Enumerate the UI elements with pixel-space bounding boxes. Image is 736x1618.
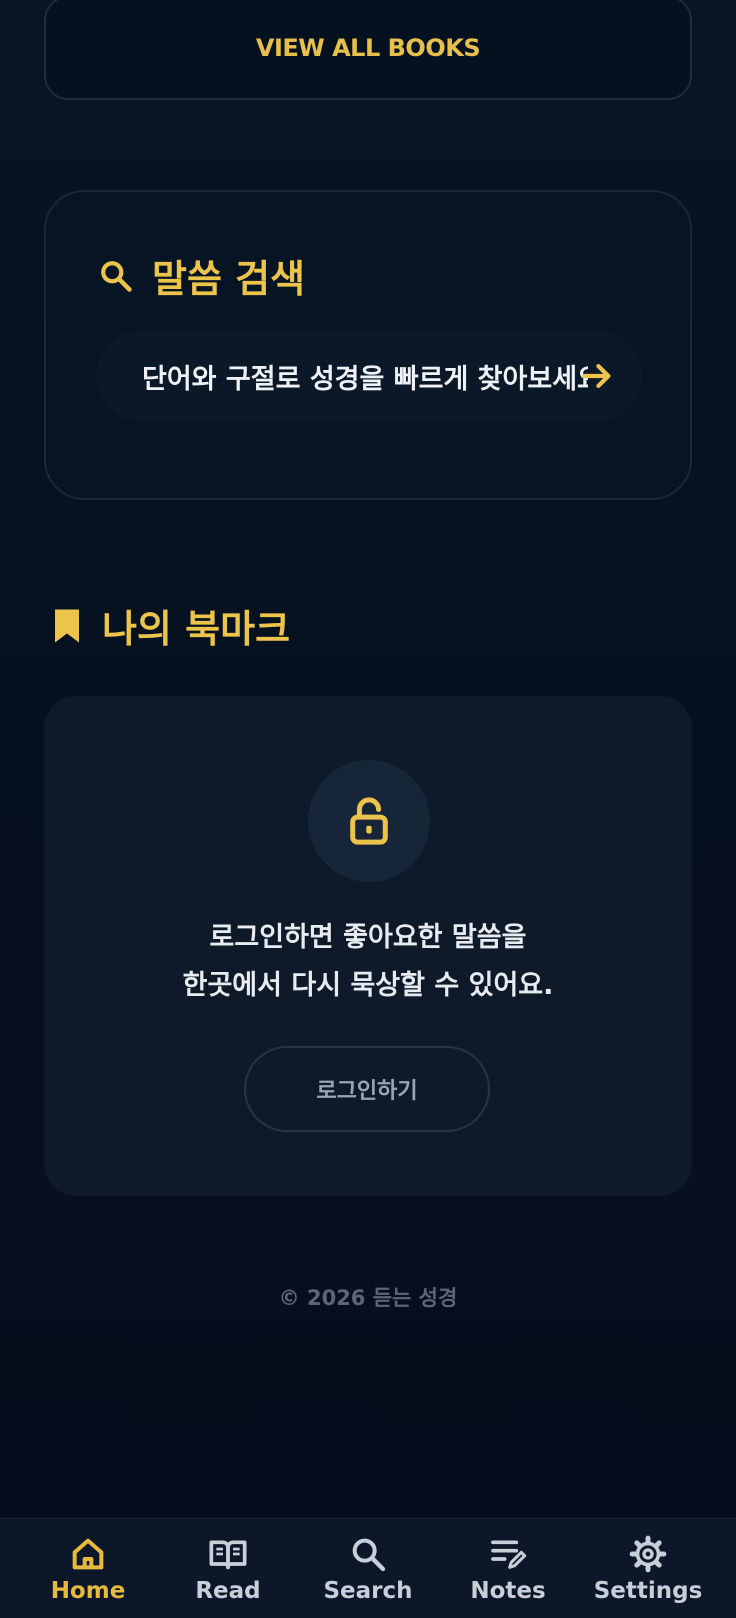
lock-icon: [350, 797, 388, 845]
home-page: VIEW ALL BOOKS 말씀 검색 단어와 구절로 성경을 빠르게 찾아보…: [0, 0, 736, 1618]
gear-icon: [629, 1535, 667, 1572]
bookmarks-login-message: 로그인하면 좋아요한 말씀을 한곳에서 다시 묵상할 수 있어요.: [44, 914, 692, 1010]
nav-item-read[interactable]: Read: [163, 1534, 293, 1604]
bookmarks-card: 로그인하면 좋아요한 말씀을 한곳에서 다시 묵상할 수 있어요. 로그인하기: [44, 696, 692, 1196]
search-pill-label: 단어와 구절로 성경을 빠르게 찾아보세요: [142, 363, 588, 395]
notes-icon: [491, 1540, 527, 1569]
arrow-right-icon: [582, 363, 611, 389]
home-icon: [72, 1538, 104, 1569]
view-all-books-label: VIEW ALL BOOKS: [255, 34, 481, 62]
view-all-books-button[interactable]: VIEW ALL BOOKS: [44, 0, 692, 100]
bookmark-icon: [55, 609, 79, 642]
search-card-title-text: 말씀 검색: [152, 257, 306, 301]
nav-item-home-label: Home: [50, 1577, 126, 1604]
nav-item-search[interactable]: Search: [303, 1534, 433, 1604]
bottom-nav: Home Read Search Notes Settings: [0, 1518, 736, 1618]
nav-item-settings-label: Settings: [593, 1577, 703, 1604]
nav-item-notes-label: Notes: [470, 1577, 546, 1604]
search-card[interactable]: 말씀 검색 단어와 구절로 성경을 빠르게 찾아보세요: [44, 190, 692, 500]
bookmarks-message-line1: 로그인하면 좋아요한 말씀을: [209, 922, 527, 953]
search-icon: [352, 1538, 386, 1571]
nav-item-settings[interactable]: Settings: [583, 1534, 713, 1604]
search-icon: [101, 260, 132, 292]
nav-item-home[interactable]: Home: [23, 1534, 153, 1604]
nav-item-read-label: Read: [195, 1577, 261, 1604]
login-button[interactable]: 로그인하기: [244, 1046, 490, 1132]
bookmarks-heading: 나의 북마크: [52, 598, 290, 653]
login-button-label: 로그인하기: [316, 1079, 418, 1104]
bookmarks-heading-text: 나의 북마크: [102, 607, 291, 651]
copyright-text: © 2026 듣는 성경: [278, 1286, 458, 1310]
book-open-icon: [209, 1540, 247, 1569]
lock-badge: [308, 760, 430, 882]
nav-item-search-label: Search: [323, 1577, 413, 1604]
search-card-title: 말씀 검색: [98, 248, 305, 303]
nav-item-notes[interactable]: Notes: [443, 1534, 573, 1604]
bookmarks-message-line2: 한곳에서 다시 묵상할 수 있어요.: [182, 970, 554, 1001]
search-pill[interactable]: 단어와 구절로 성경을 빠르게 찾아보세요: [96, 330, 642, 422]
